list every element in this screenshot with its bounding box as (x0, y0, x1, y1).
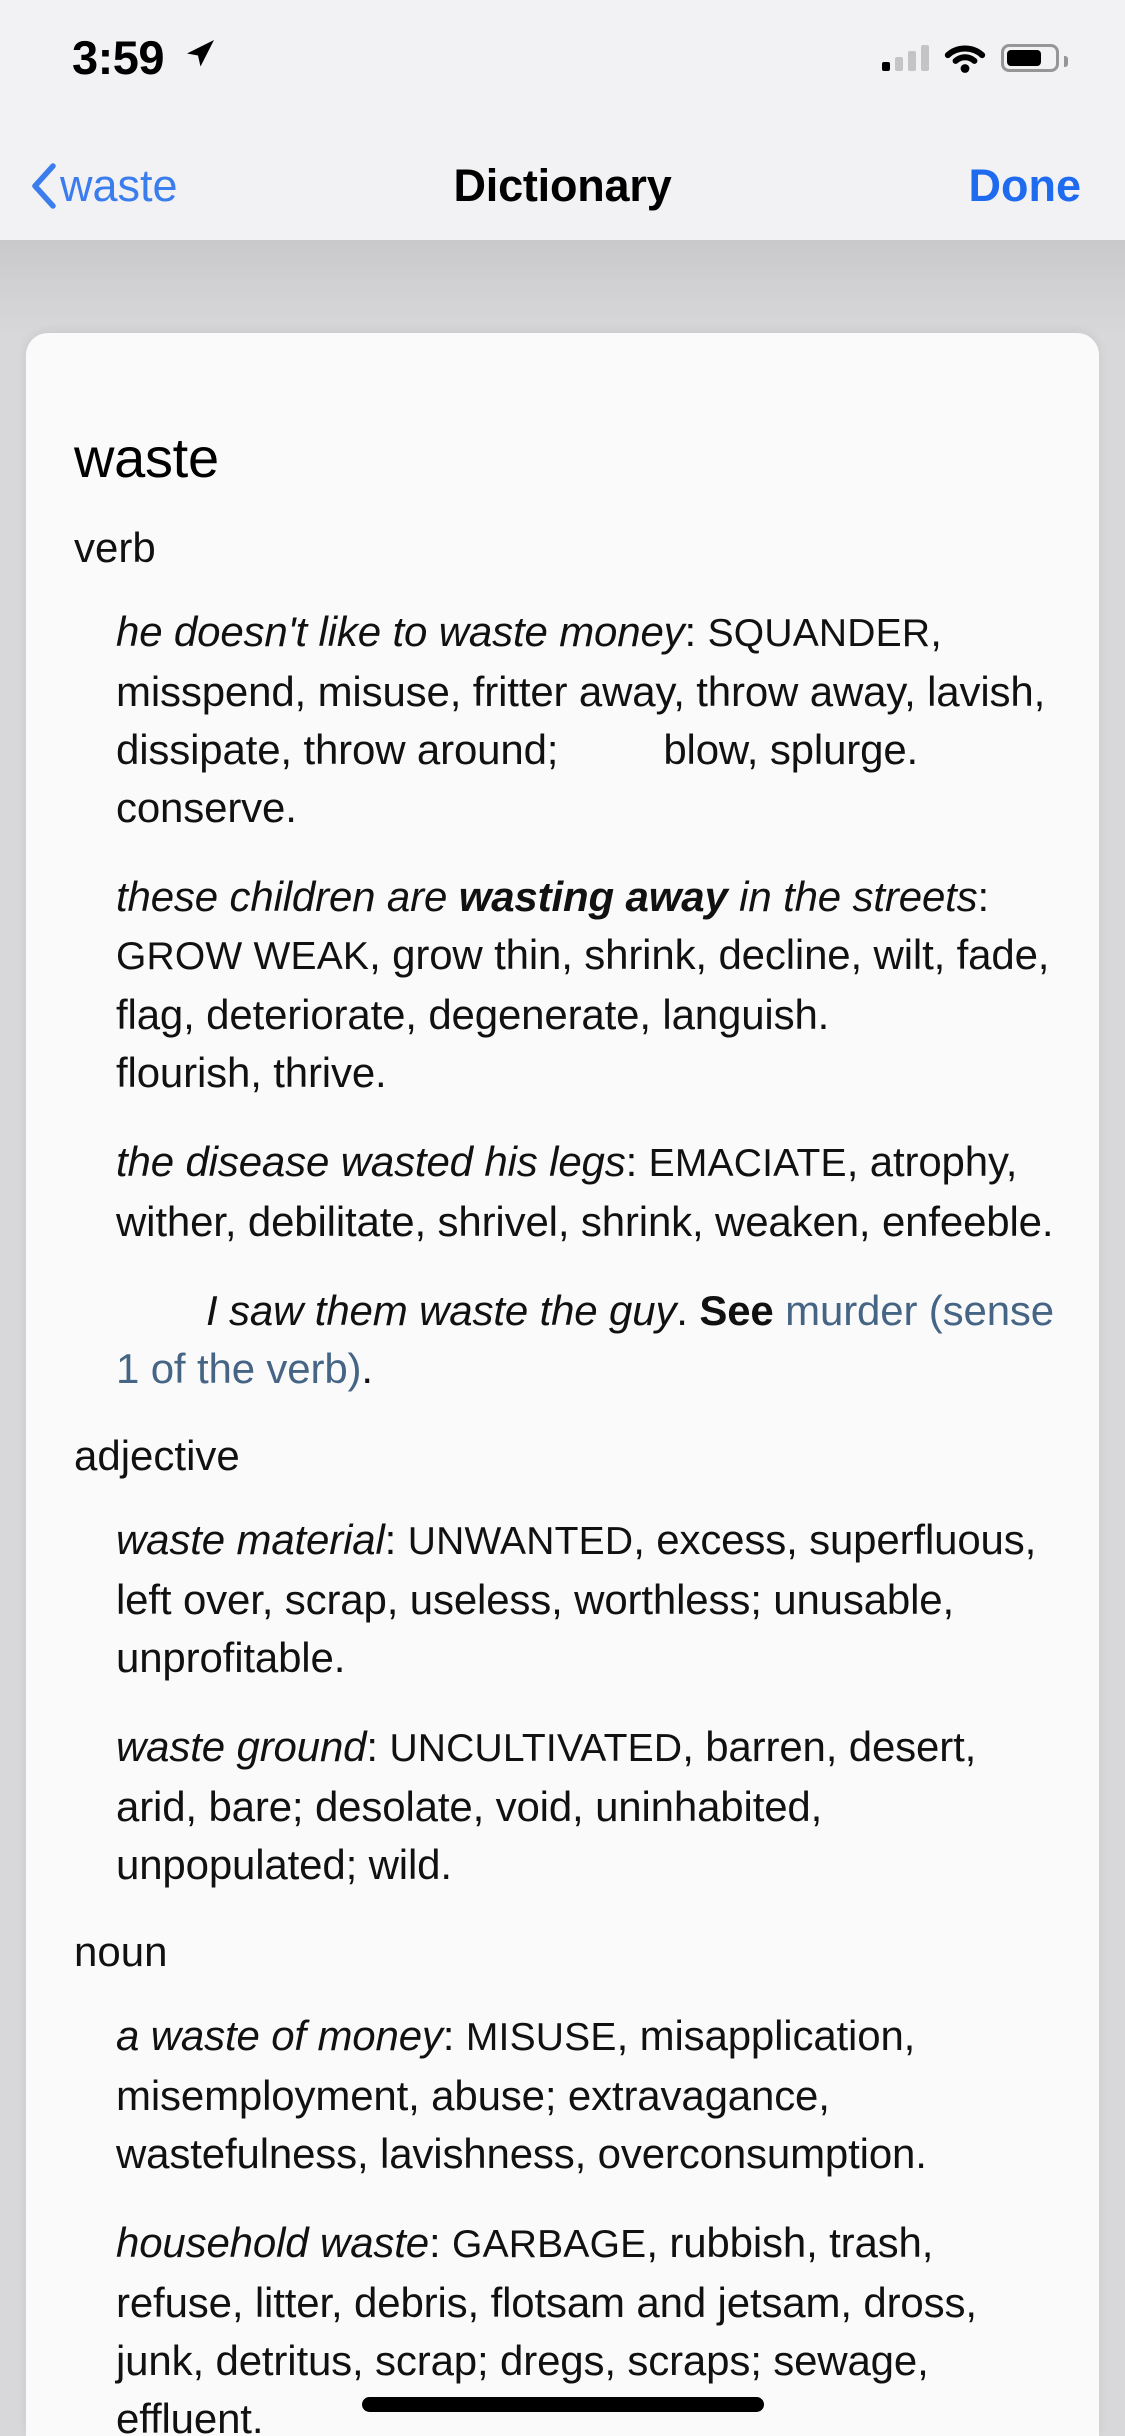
sense-head-synonym: SQUANDER (707, 612, 931, 655)
dictionary-card[interactable]: waste verb he doesn't like to waste mone… (26, 333, 1099, 2436)
navigation-bar: waste Dictionary Done (0, 132, 1125, 241)
status-bar: 3:59 (0, 0, 1125, 132)
sense-verb-3: the disease wasted his legs: EMACIATE, a… (116, 1133, 1055, 1251)
dictionary-card-content: waste verb he doesn't like to waste mone… (26, 333, 1099, 2436)
see-label: See (699, 1287, 774, 1334)
sense-verb-1: he doesn't like to waste money: SQUANDER… (116, 603, 1055, 837)
sense-head-synonym: GARBAGE (452, 2223, 647, 2266)
part-of-speech-adjective: adjective (74, 1432, 240, 1479)
home-indicator[interactable] (361, 2397, 764, 2412)
location-arrow-icon (187, 40, 214, 67)
sense-verb-2: these children are wasting away in the s… (116, 868, 1055, 1102)
status-bar-time: 3:59 (72, 31, 165, 84)
sense-head-synonym: UNCULTIVATED (389, 1727, 683, 1770)
sense-colon: : (625, 1138, 638, 1185)
sense-colon: : (384, 1516, 397, 1563)
sense-example: the disease wasted his legs (116, 1138, 626, 1185)
part-of-speech-noun: noun (74, 1928, 168, 1975)
phone-screen: waste verb he doesn't like to waste mone… (0, 0, 1125, 2436)
sense-colon: : (977, 873, 990, 920)
sense-example-tail: in the streets (727, 873, 978, 920)
sense-noun-1: a waste of money: MISUSE, misapplication… (116, 2007, 1055, 2183)
sense-adjective-1: waste material: UNWANTED, excess, superf… (116, 1511, 1055, 1687)
battery-cap (1064, 56, 1068, 67)
sense-head-synonym: MISUSE (465, 2016, 617, 2059)
sense-colon: : (366, 1723, 378, 1770)
part-of-speech-verb: verb (74, 524, 156, 571)
sense-head-synonym: UNWANTED (407, 1520, 634, 1563)
sense-antonyms: conserve. (116, 784, 297, 831)
sense-head-synonym: GROW WEAK (116, 935, 370, 978)
sense-example: I saw them waste the guy (206, 1287, 677, 1334)
wifi-icon (944, 45, 986, 73)
sense-adjective-2: waste ground: UNCULTIVATED, barren, dese… (116, 1718, 1055, 1894)
sense-colon: : (684, 608, 697, 655)
sense-period: . (676, 1287, 700, 1334)
sense-verb-4: I saw them waste the guy. See murder (se… (116, 1282, 1055, 1398)
battery-icon (1001, 44, 1068, 72)
sense-colon: : (428, 2219, 441, 2266)
sense-example: he doesn't like to waste money (116, 608, 685, 655)
sense-antonyms: flourish, thrive. (116, 1049, 387, 1096)
sense-head-synonym: EMACIATE (648, 1142, 847, 1185)
sense-example-bold: wasting away (458, 873, 728, 920)
status-bar-indicators (882, 40, 1068, 76)
sense-colon: : (442, 2012, 455, 2059)
sense-example: household waste (116, 2219, 429, 2266)
done-button[interactable]: Done (969, 132, 1082, 240)
sense-example: a waste of money (116, 2012, 443, 2059)
sense-example: waste ground (116, 1723, 367, 1770)
sense-final-period: . (361, 1345, 373, 1392)
sense-informal-synonyms: blow, splurge. (663, 726, 919, 773)
page-title: Dictionary (453, 160, 672, 211)
headword: waste (74, 426, 219, 489)
cellular-signal-icon (882, 45, 929, 71)
sense-example: waste material (116, 1516, 385, 1563)
battery-fill (1007, 50, 1041, 66)
sense-example-lead: these children are (116, 873, 459, 920)
